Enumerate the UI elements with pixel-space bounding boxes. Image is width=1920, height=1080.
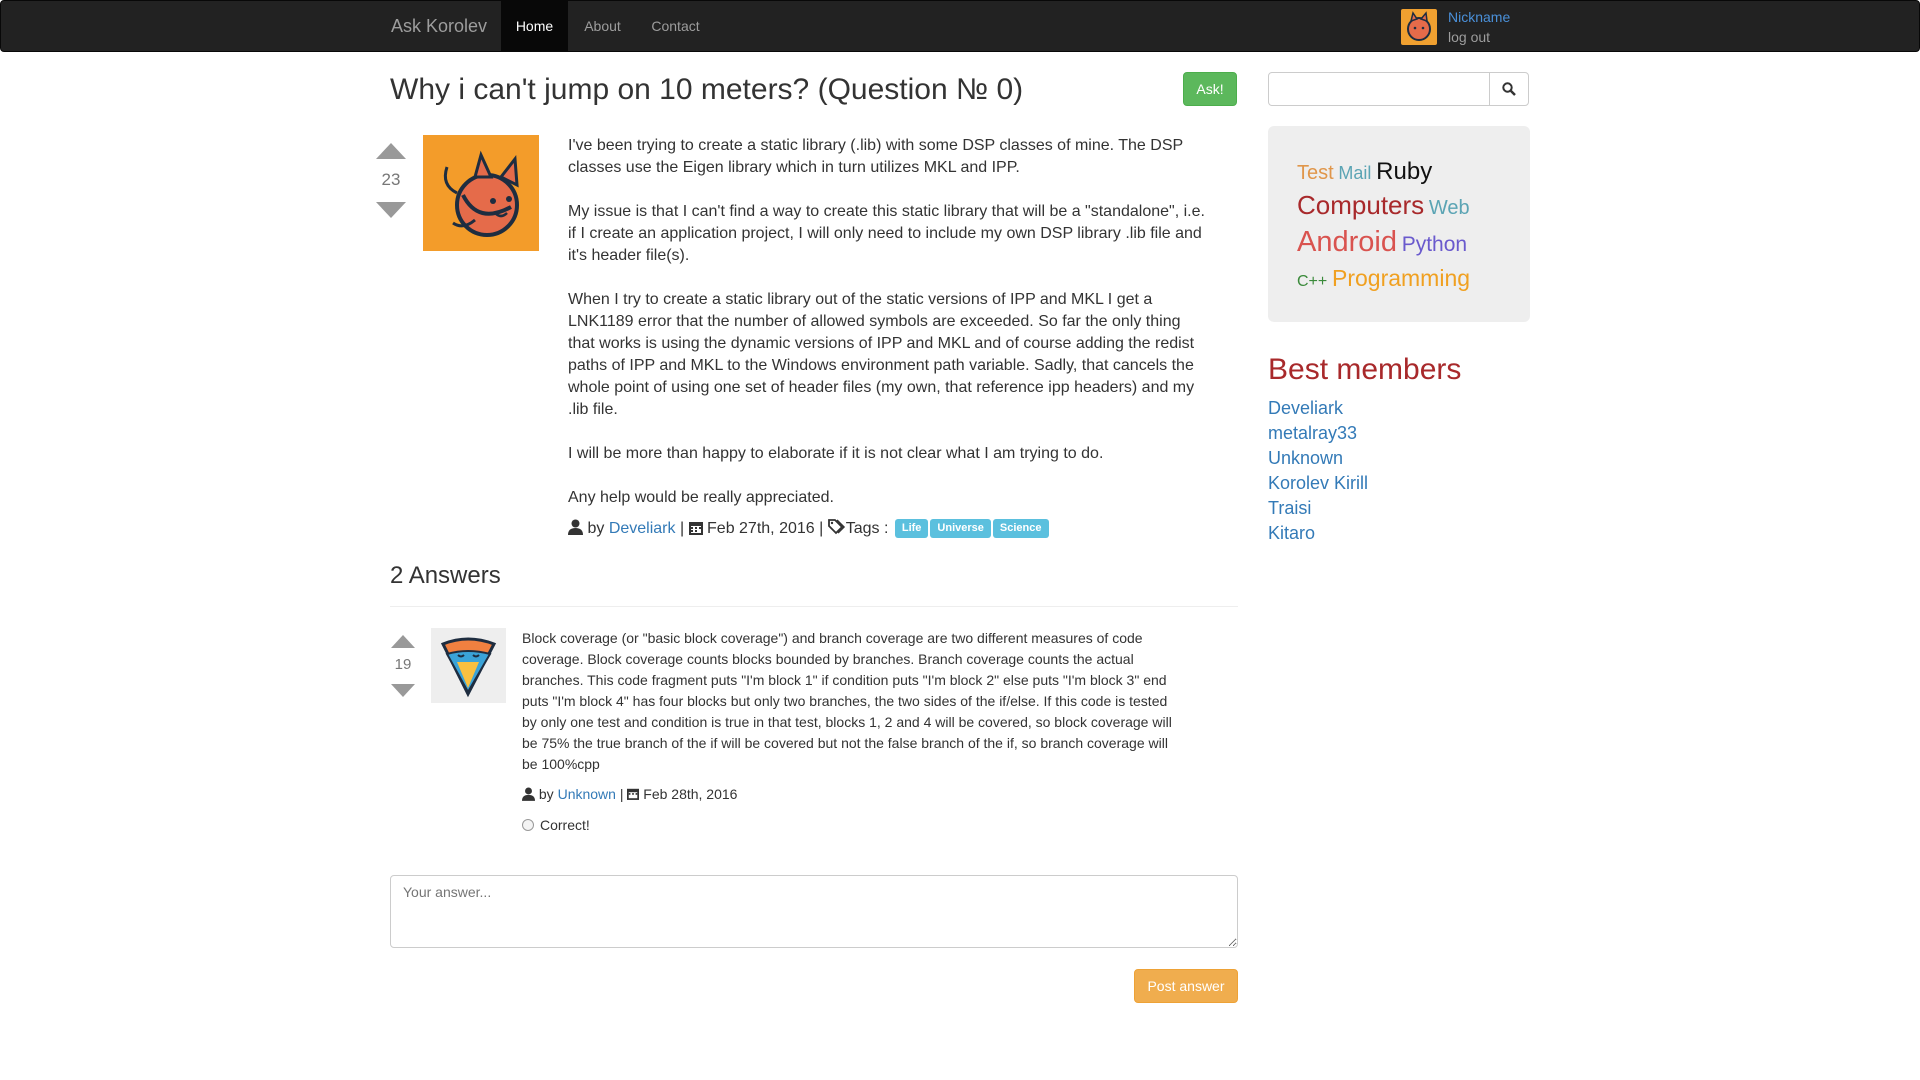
answers-heading: 2 Answers [390,562,501,589]
tag-life[interactable]: Life [894,519,929,538]
downvote-icon[interactable] [391,684,415,697]
tag-universe[interactable]: Universe [930,519,991,538]
divider [390,606,1238,607]
correct-radio[interactable] [522,819,534,831]
downvote-icon[interactable] [376,202,406,218]
search-button[interactable] [1489,72,1529,106]
question-date: Feb 27th, 2016 [707,520,815,537]
question-title: Why i can't jump on 10 meters? (Question… [390,73,1024,106]
cloud-tag-android[interactable]: Android [1297,226,1397,258]
tag-science[interactable]: Science [992,519,1049,538]
best-members-title: Best members [1268,353,1462,386]
question-paragraph: I've been trying to create a static libr… [568,137,1183,176]
cloud-tag-test[interactable]: Test [1297,162,1334,184]
pizza-avatar-icon [440,637,497,698]
answer-author-link[interactable]: Unknown [558,786,616,802]
question-author-link[interactable]: Develiark [609,520,676,537]
answer-textarea[interactable] [390,875,1238,948]
brand-link[interactable]: Ask Korolev [391,1,487,52]
tags-icon [827,519,845,535]
cloud-tag-computers[interactable]: Computers [1297,190,1424,220]
question-author-avatar [423,135,539,251]
upvote-icon[interactable] [376,143,406,159]
cloud-tag-ruby[interactable]: Ruby [1376,158,1432,185]
question-body: I've been trying to create a static libr… [568,135,1208,531]
calendar-icon [627,788,640,800]
by-label: by [587,520,605,537]
answer-meta: by Unknown | Feb 28th, 2016 [522,784,737,804]
answer-date: Feb 28th, 2016 [643,786,738,802]
logout-link[interactable]: log out [1448,28,1490,46]
user-icon [568,519,583,535]
correct-option[interactable]: Correct! [522,815,590,835]
best-members-list: Develiark metalray33 Unknown Korolev Kir… [1268,396,1368,546]
member-link[interactable]: Traisi [1268,496,1368,521]
navbar: Ask Korolev Home About Contact Nickname … [0,0,1920,52]
question-paragraph: I will be more than happy to elaborate i… [568,445,1104,462]
tag-cloud: Test Mail Ruby Computers Web Android Pyt… [1268,126,1530,322]
member-link[interactable]: Korolev Kirill [1268,471,1368,496]
cloud-tag-mail[interactable]: Mail [1338,163,1371,183]
question-paragraph: Any help would be really appreciated. [568,489,834,506]
answer-author-avatar [431,628,506,703]
question-paragraph: When I try to create a static library ou… [568,291,1195,418]
cloud-tag-web[interactable]: Web [1429,197,1470,219]
question-meta: by Develiark | Feb 27th, 2016 | Tags : L… [568,518,1049,540]
calendar-icon [688,522,703,535]
nav-contact[interactable]: Contact [637,1,714,52]
cloud-tag-python[interactable]: Python [1402,233,1467,256]
post-answer-button[interactable]: Post answer [1134,969,1238,1003]
cloud-tag-cpp[interactable]: C++ [1297,273,1327,290]
upvote-icon[interactable] [391,635,415,648]
member-link[interactable]: Kitaro [1268,521,1368,546]
question-vote: 23 [375,143,407,218]
question-paragraph: My issue is that I can't find a way to c… [568,203,1205,264]
answer-body: Block coverage (or "basic block coverage… [522,630,1172,772]
member-link[interactable]: Develiark [1268,396,1368,421]
meta-separator: | [619,786,624,802]
cat-avatar-icon [443,150,519,237]
ask-button[interactable]: Ask! [1183,72,1237,106]
cloud-tag-programming[interactable]: Programming [1332,265,1470,291]
member-link[interactable]: Unknown [1268,446,1368,471]
member-link[interactable]: metalray33 [1268,421,1368,446]
nav-about[interactable]: About [568,1,637,52]
search-icon [1502,82,1516,96]
meta-separator: | [679,520,685,537]
meta-separator: | [819,520,824,537]
cat-avatar-icon [1407,11,1431,41]
question-vote-count: 23 [381,170,401,189]
user-icon [522,787,535,801]
answer-vote-count: 19 [394,656,412,673]
answer-vote: 19 [390,635,416,697]
by-label: by [538,786,554,802]
tags-label: Tags : [845,520,889,537]
user-nickname-link[interactable]: Nickname [1448,8,1510,26]
nav-home[interactable]: Home [501,1,568,52]
search-input[interactable] [1268,72,1490,106]
correct-label: Correct! [540,817,590,833]
user-avatar[interactable] [1401,9,1437,45]
